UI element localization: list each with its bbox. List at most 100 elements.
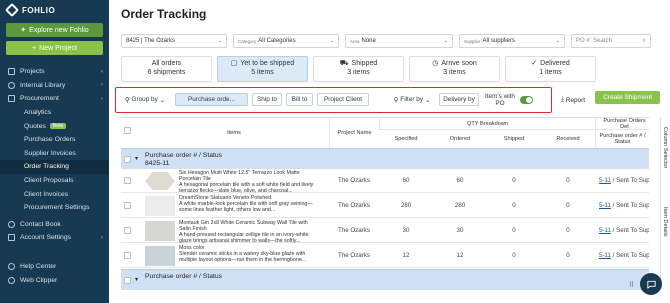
po-status-text: / Sent To Supp: [612, 202, 649, 209]
po-link[interactable]: 5-11: [599, 202, 611, 209]
table-row[interactable]: Montauk Gin 2x8 White Ceramic Subway Wal…: [121, 219, 649, 243]
specified-cell: 60: [402, 177, 410, 184]
group-title: Purchase order # / Status: [145, 152, 223, 159]
group-bill-to-chip[interactable]: Bill to: [286, 93, 313, 106]
search-icon: ⌕: [642, 37, 646, 44]
sidebar-item-label: Contact Book: [20, 220, 61, 228]
logo[interactable]: FOHLIO: [0, 0, 109, 20]
sidebar-item-supplier-invoices[interactable]: Supplier Invoices: [0, 147, 109, 161]
row-checkbox[interactable]: [124, 177, 131, 184]
status-tab-shipped[interactable]: ⛟ Shipped 3 items: [313, 56, 404, 82]
chevron-icon: ‹: [101, 234, 103, 241]
sidebar-item-help-center[interactable]: Help Center: [0, 260, 109, 274]
ordered-cell: 60: [456, 177, 464, 184]
sidebar-item-client-invoices[interactable]: Client Invoices: [0, 187, 109, 201]
chat-button[interactable]: [640, 273, 662, 295]
project-name-cell: The Ozarks: [338, 177, 370, 184]
sidebar-item-quotes[interactable]: Quotes Beta: [0, 119, 109, 133]
row-checkbox[interactable]: [124, 202, 131, 209]
project-select[interactable]: 8425 | The Ozarks ⌄: [121, 34, 227, 48]
sidebar: FOHLIO ✦ Explore new Fohlio + New Projec…: [0, 0, 109, 303]
delivery-by-chip[interactable]: Delivery by: [439, 93, 479, 106]
sidebar-item-web-clipper[interactable]: Web Clipper: [0, 274, 109, 288]
header-po-status: Purchase order # / Status: [595, 130, 649, 148]
area-select[interactable]: Area None ⌄: [345, 34, 453, 48]
subway-tile-thumbnail[interactable]: [145, 221, 175, 241]
table-row[interactable]: Moss color Slender ceramic sticks in a wa…: [121, 244, 649, 268]
status-tab-delivered[interactable]: ✓ Delivered 1 items: [505, 56, 596, 82]
item-description: Six Hexagon Multi White 12.5" Terrazzo L…: [179, 170, 321, 193]
group-purchase-order-chip[interactable]: Purchase orde...: [175, 93, 248, 106]
item-details-tab[interactable]: Item Details: [662, 207, 668, 237]
logo-text: FOHLIO: [22, 5, 56, 15]
status-tab-title-row: All orders: [152, 60, 182, 69]
chat-icon: [646, 280, 656, 289]
group-project-client-chip[interactable]: Project Client: [317, 93, 369, 106]
group-by-button[interactable]: ⚲ Group by ⌄: [121, 93, 169, 106]
table-row[interactable]: Six Hexagon Multi White 12.5" Terrazzo L…: [121, 169, 649, 193]
sidebar-item-purchase-orders[interactable]: Purchase Orders: [0, 133, 109, 147]
status-icon: ▢: [230, 60, 238, 68]
delivery-by-label: Delivery by: [443, 96, 475, 103]
report-button[interactable]: ⤓ Report: [561, 96, 585, 104]
header-project-name: Project Name: [329, 118, 379, 148]
supplier-select[interactable]: Supplier All suppliers ⌄: [459, 34, 565, 48]
items-with-po-toggle[interactable]: [520, 96, 533, 104]
group-row[interactable]: ▾ Purchase order # / Status 8425-11: [121, 148, 649, 169]
po-status-cell: 5-11 / Sent To Supp: [599, 202, 649, 209]
row-checkbox[interactable]: [124, 252, 131, 259]
column-selector-tab[interactable]: Column Selector: [662, 127, 668, 168]
filter-by-button[interactable]: ⚲ Filter by ⌄: [389, 93, 435, 106]
sidebar-item-order-tracking[interactable]: Order Tracking: [0, 160, 109, 174]
caret-down-icon[interactable]: ▾: [135, 276, 138, 283]
sidebar-bottom-nav: Help Center Web Clipper: [0, 260, 109, 287]
chevron-down-icon: ⌄: [555, 38, 560, 44]
sidebar-item-analytics[interactable]: Analytics: [0, 106, 109, 120]
item-detail: Slender ceramic sticks in a watery sky-b…: [179, 251, 307, 264]
status-tab-arrive-soon[interactable]: ◷ Arrive soon 3 items: [409, 56, 500, 82]
status-tab-title: Shipped: [351, 60, 378, 68]
group-ship-to-chip[interactable]: Ship to: [252, 93, 282, 106]
table-row[interactable]: DreamStone Statuario Veneto Polished A wh…: [121, 194, 649, 218]
sidebar-item-label: Procurement: [20, 95, 59, 103]
group-checkbox[interactable]: [124, 277, 131, 284]
received-cell: 0: [566, 227, 570, 234]
group-checkbox[interactable]: [124, 156, 131, 163]
sidebar-item-projects[interactable]: Projects ‹: [0, 65, 109, 79]
ceramic-stick-thumbnail[interactable]: [145, 246, 175, 266]
sidebar-item-contact-book[interactable]: Contact Book: [0, 218, 109, 232]
sidebar-item-client-proposals[interactable]: Client Proposals: [0, 174, 109, 188]
status-tab-title: Delivered: [540, 60, 570, 68]
status-tab-yet-to-be-shipped[interactable]: ▢ Yet to be shipped 5 items: [217, 56, 308, 82]
create-shipment-label: Create Shipment: [603, 94, 652, 101]
page-title: Order Tracking: [121, 7, 207, 21]
filter-bar: 8425 | The Ozarks ⌄ Category All Categor…: [121, 34, 660, 48]
caret-down-icon[interactable]: ▾: [135, 155, 138, 162]
category-select[interactable]: Category All Categories ⌄: [233, 34, 339, 48]
po-link[interactable]: 5-11: [599, 227, 611, 234]
marble-tile-thumbnail[interactable]: [145, 196, 175, 216]
status-tab-all-orders[interactable]: All orders 6 shipments: [121, 56, 212, 82]
explore-new-fohlio-button[interactable]: ✦ Explore new Fohlio: [6, 23, 103, 37]
header-purchase-orders-details: Purchase Orders Det: [595, 118, 649, 130]
sidebar-item-procurement[interactable]: Procurement ‹: [0, 92, 109, 106]
ordered-cell: 280: [454, 202, 466, 209]
row-checkbox[interactable]: [124, 227, 131, 234]
sidebar-item-internal-library[interactable]: Internal Library ‹: [0, 79, 109, 93]
status-tab-count: 3 items: [347, 69, 370, 76]
po-search-input[interactable]: PO #: Search ⌕: [571, 34, 651, 48]
chevron-icon: ‹: [101, 82, 103, 89]
item-title[interactable]: Montauk Gin 2x8 White Ceramic Subway Wal…: [179, 220, 321, 232]
category-select-value: All Categories: [258, 38, 296, 44]
item-title[interactable]: Six Hexagon Multi White 12.5" Terrazzo L…: [179, 170, 321, 182]
sidebar-item-account-settings[interactable]: Account Settings ‹: [0, 231, 109, 245]
apps-grid-icon[interactable]: ⠿: [629, 281, 634, 289]
group-row[interactable]: ▾ Purchase order # / Status: [121, 269, 649, 290]
po-link[interactable]: 5-11: [599, 177, 611, 184]
create-shipment-button[interactable]: Create Shipment: [595, 91, 660, 104]
hexagon-tile-thumbnail[interactable]: [145, 172, 175, 190]
sidebar-item-procurement-settings[interactable]: Procurement Settings: [0, 201, 109, 215]
select-all-checkbox[interactable]: [124, 127, 131, 134]
po-link[interactable]: 5-11: [599, 252, 611, 259]
new-project-button[interactable]: + New Project: [6, 41, 103, 55]
